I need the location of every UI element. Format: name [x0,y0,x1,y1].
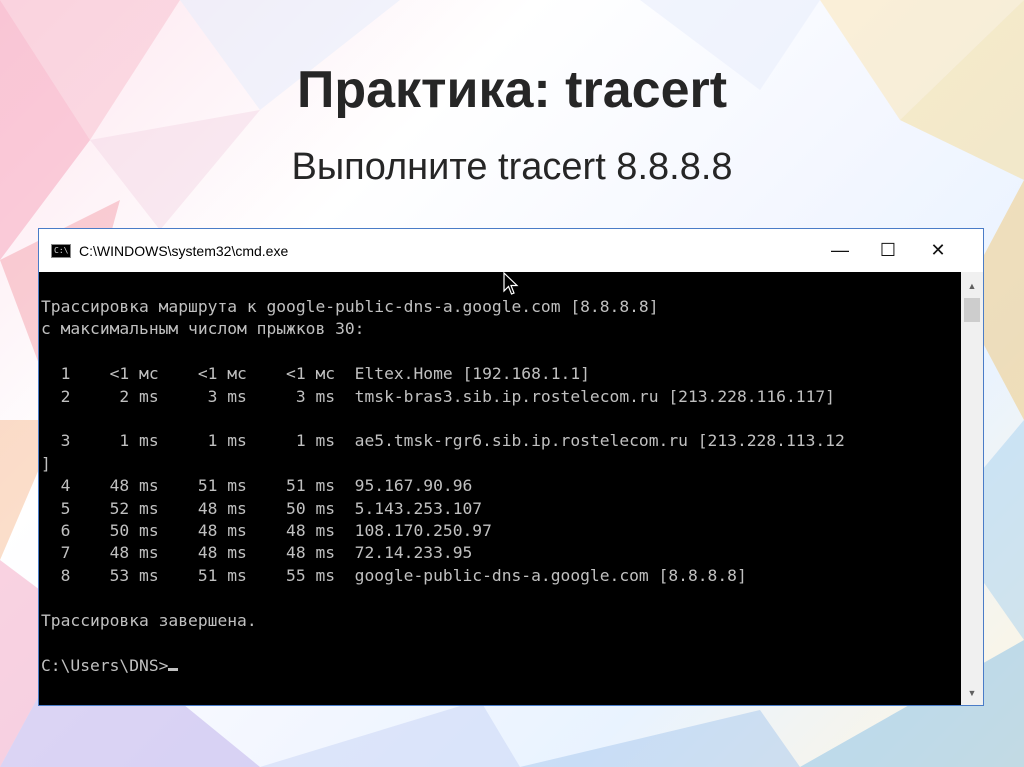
terminal-line: 2 2 ms 3 ms 3 ms tmsk-bras3.sib.ip.roste… [60,386,835,406]
terminal-line: с максимальным числом прыжков 30: [41,319,365,339]
vertical-scrollbar[interactable]: ▲ ▼ [961,272,983,705]
scroll-down-icon[interactable]: ▼ [961,683,983,703]
command-prompt: C:\Users\DNS> [41,655,169,675]
close-icon: ✕ [930,240,946,260]
terminal-line: 6 50 ms 48 ms 48 ms 108.170.250.97 [60,521,492,541]
text-cursor [168,667,179,671]
terminal-line: 7 48 ms 48 ms 48 ms 72.14.233.95 [60,543,473,563]
terminal-line: 8 53 ms 51 ms 55 ms google-public-dns-a.… [60,565,747,585]
scroll-up-icon[interactable]: ▲ [961,276,983,296]
terminal-text: Трассировка маршрута к google-public-dns… [39,272,961,677]
scrollbar-thumb[interactable] [964,298,980,322]
maximize-button[interactable]: ☐ [865,229,911,272]
terminal-line: 5 52 ms 48 ms 50 ms 5.143.253.107 [60,498,483,518]
minimize-button[interactable]: — [817,229,863,272]
cmd-window: C:\ C:\WINDOWS\system32\cmd.exe — ☐ ✕ Тр… [38,228,984,706]
terminal-line: 3 1 ms 1 ms 1 ms ae5.tmsk-rgr6.sib.ip.ro… [60,431,845,451]
terminal-output[interactable]: Трассировка маршрута к google-public-dns… [39,272,961,705]
terminal-line: Трассировка маршрута к google-public-dns… [41,297,659,316]
window-titlebar[interactable]: C:\ C:\WINDOWS\system32\cmd.exe — ☐ ✕ [39,229,983,272]
mouse-pointer-icon [503,272,519,295]
slide-title: Практика: tracert [296,61,728,119]
cmd-icon: C:\ [51,243,71,258]
terminal-line: 1 <1 мс <1 мс <1 мс Eltex.Home [192.168.… [60,364,590,384]
terminal-line: Трассировка завершена. [41,610,257,630]
close-button[interactable]: ✕ [915,229,961,272]
terminal-line: ] [41,453,51,473]
maximize-icon: ☐ [879,240,897,260]
terminal-line: 4 48 ms 51 ms 51 ms 95.167.90.96 [60,476,473,496]
minimize-icon: — [831,240,849,260]
window-title: C:\WINDOWS\system32\cmd.exe [79,242,289,259]
slide-subtitle: Выполните tracert 8.8.8.8 [291,146,733,188]
